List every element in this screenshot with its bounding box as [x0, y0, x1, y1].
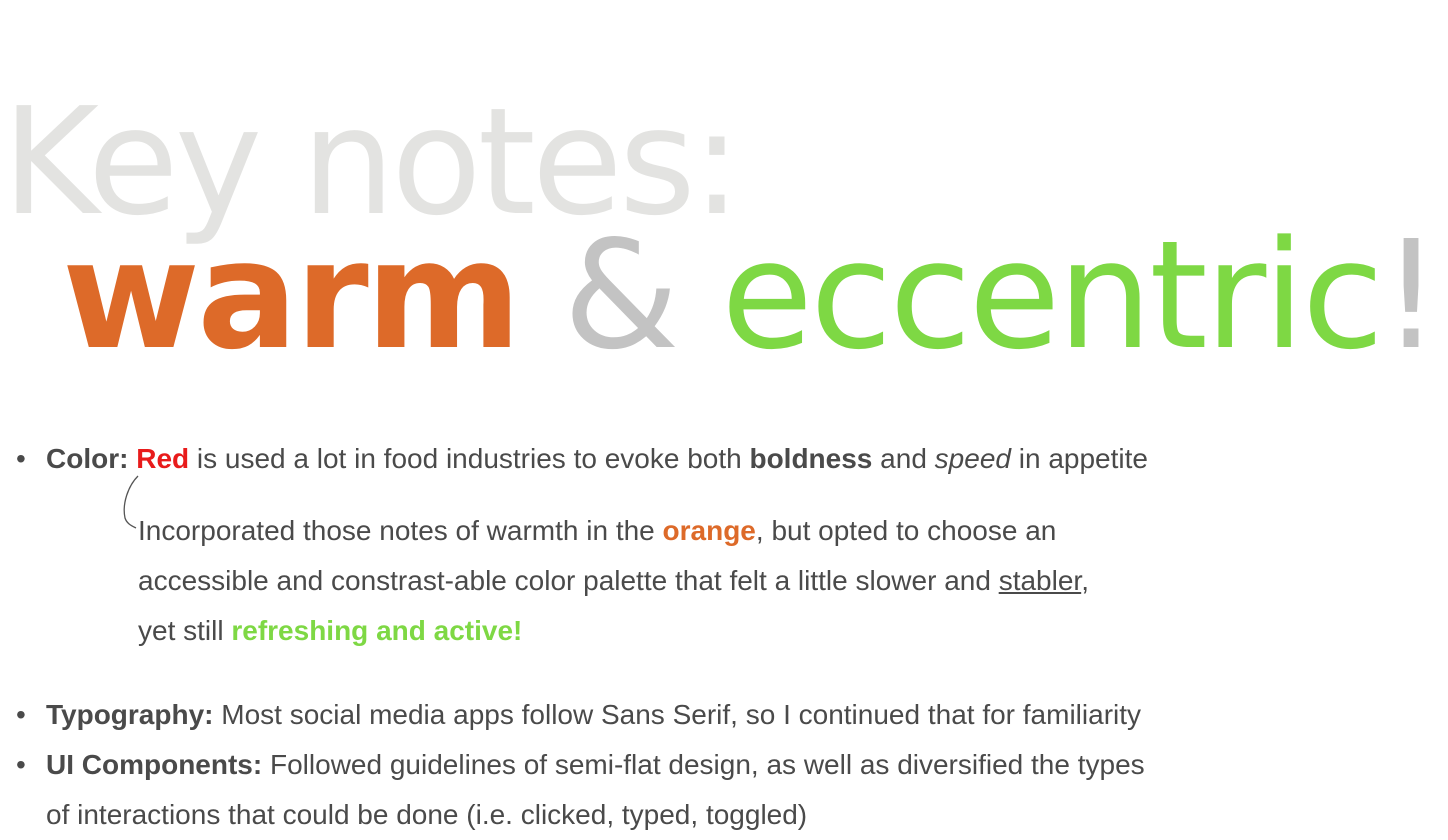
color-label: Color: [46, 443, 129, 474]
boldness-word: boldness [749, 443, 873, 474]
color-note-line-2: accessible and constrast-able color pale… [138, 565, 1089, 596]
color-text-1: is used a lot in food industries to evok… [189, 443, 750, 474]
typography-text: Most social media apps follow Sans Serif… [213, 699, 1142, 730]
red-word: Red [136, 443, 190, 474]
ui-components-bullet: UI Components: Followed guidelines of se… [46, 740, 1145, 790]
speed-word: speed [934, 443, 1011, 474]
color-note-line-3: yet still refreshing and active! [138, 615, 523, 646]
color-text-2: and [872, 443, 935, 474]
tagline-exclamation: ! [1381, 209, 1441, 383]
ui-components-text-1: Followed guidelines of semi-flat design,… [262, 749, 1145, 780]
orange-word: orange [662, 515, 756, 546]
stabler-word: stabler [998, 565, 1082, 596]
refreshing-phrase: refreshing and active! [231, 615, 523, 646]
tagline-eccentric: eccentric [721, 209, 1384, 383]
ui-components-label: UI Components: [46, 749, 263, 780]
tagline: warm & eccentric! [62, 221, 1441, 372]
ui-components-text-2: of interactions that could be done (i.e.… [46, 799, 808, 830]
typography-label: Typography: [46, 699, 214, 730]
color-text-3: in appetite [1010, 443, 1148, 474]
color-note-line-1: Incorporated those notes of warmth in th… [138, 515, 1057, 546]
tagline-ampersand: & [563, 209, 680, 383]
bullet-marker: • [16, 749, 26, 780]
bullet-marker: • [16, 699, 26, 730]
typography-bullet: Typography: Most social media apps follo… [46, 690, 1141, 740]
bullet-marker: • [16, 443, 26, 474]
tagline-warm: warm [62, 209, 522, 383]
color-bullet: Color: Red is used a lot in food industr… [46, 434, 1148, 484]
